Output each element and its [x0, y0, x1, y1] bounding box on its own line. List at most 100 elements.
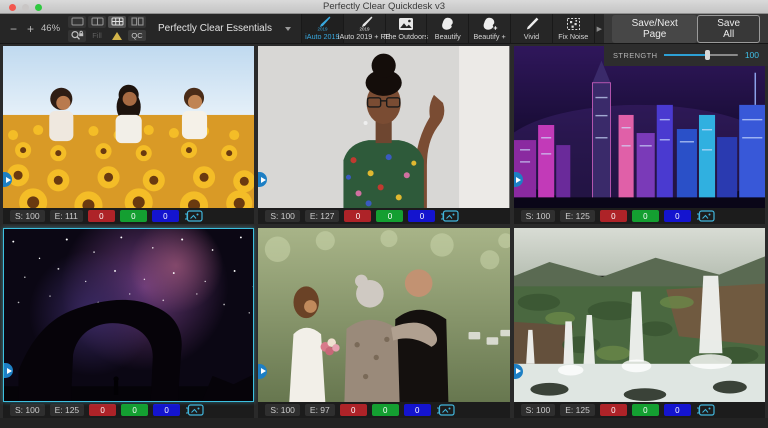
- red-count-badge: 0: [88, 210, 115, 222]
- photo-status-bar: S: 100 E: 97 0 0 0: [258, 402, 509, 418]
- preset-label: iAuto 2019: [305, 32, 339, 41]
- play-arrow-icon: [516, 368, 521, 374]
- split-view-icon[interactable]: [88, 16, 106, 28]
- play-arrow-icon: [261, 368, 266, 374]
- window-title: Perfectly Clear Quickdesk v3: [0, 0, 768, 14]
- image-proof-icon[interactable]: [440, 210, 459, 222]
- exposure-chip: E: 111: [50, 210, 83, 222]
- strength-chip: S: 100: [10, 210, 45, 222]
- red-count-badge: 0: [89, 404, 116, 416]
- image-proof-icon[interactable]: [436, 404, 455, 416]
- preset-label: The Outdoors: [384, 32, 428, 41]
- photo-thumbnail-skyline[interactable]: [514, 46, 765, 208]
- exposure-chip: E: 125: [560, 210, 595, 222]
- zoom-controls: − + 46%: [0, 14, 64, 43]
- bottom-strip: [0, 418, 768, 428]
- preset-group-label: Perfectly Clear Essentials: [158, 23, 272, 34]
- green-count-badge: 0: [632, 210, 659, 222]
- svg-text:2019: 2019: [317, 26, 328, 31]
- presets-overflow-arrow-icon[interactable]: ▶: [595, 14, 604, 43]
- save-next-page-button[interactable]: Save/Next Page: [612, 15, 697, 43]
- zoom-in-button[interactable]: +: [24, 22, 37, 36]
- noise-pixels-icon: [566, 16, 581, 31]
- close-button[interactable]: [9, 4, 16, 11]
- strength-chip: S: 100: [265, 210, 300, 222]
- red-count-badge: 0: [340, 404, 367, 416]
- exposure-chip: E: 127: [305, 210, 340, 222]
- photo-status-bar: S: 100 E: 111 0 0 0: [3, 208, 254, 224]
- spread-view-icon[interactable]: [128, 16, 146, 28]
- image-proof-icon[interactable]: [696, 404, 715, 416]
- preset-beautify-plus[interactable]: Beautify +: [468, 14, 510, 43]
- strength-chip: S: 100: [521, 210, 556, 222]
- green-count-badge: 0: [120, 210, 147, 222]
- strength-slider[interactable]: [664, 54, 737, 56]
- preset-vivid[interactable]: Vivid: [510, 14, 552, 43]
- strength-chip: S: 100: [265, 404, 300, 416]
- photo-cell-sunflowers: S: 100 E: 111 0 0 0: [3, 46, 254, 224]
- minimize-button[interactable]: [22, 4, 29, 11]
- zoom-out-button[interactable]: −: [7, 22, 20, 36]
- exposure-chip: E: 125: [50, 404, 85, 416]
- slider-fill: [664, 54, 704, 56]
- preset-beautify[interactable]: Beautify: [426, 14, 468, 43]
- zoom-button[interactable]: [35, 4, 42, 11]
- strength-value: 100: [745, 50, 759, 60]
- green-count-badge: 0: [376, 210, 403, 222]
- image-proof-icon[interactable]: [184, 210, 203, 222]
- preset-fix-noise[interactable]: Fix Noise: [552, 14, 595, 43]
- photo-grid: S: 100 E: 111 0 0 0: [3, 46, 765, 418]
- red-count-badge: 0: [600, 404, 627, 416]
- photo-thumbnail-wedding[interactable]: [258, 228, 509, 402]
- save-section: Save/Next Page Save All: [604, 14, 768, 43]
- preset-the-outdoors[interactable]: The Outdoors: [385, 14, 427, 43]
- blue-count-badge: 0: [664, 210, 691, 222]
- photo-cell-wedding: S: 100 E: 97 0 0 0: [258, 228, 509, 418]
- brush-icon: 2019: [314, 16, 331, 31]
- preset-label: Beautify +: [474, 32, 506, 41]
- photo-thumbnail-waterfalls[interactable]: [514, 228, 765, 402]
- preset-iauto-2019[interactable]: 2019 iAuto 2019: [301, 14, 343, 43]
- photo-cell-arch: S: 100 E: 125 0 0 0: [3, 228, 254, 418]
- green-count-badge: 0: [121, 404, 148, 416]
- strength-label: STRENGTH: [613, 51, 657, 60]
- photo-thumbnail-sunflowers[interactable]: [3, 46, 254, 208]
- slider-handle[interactable]: [705, 50, 710, 60]
- fill-label[interactable]: Fill: [88, 31, 106, 40]
- face-plus-icon: [482, 16, 498, 31]
- brush-icon: 2019: [356, 16, 373, 31]
- photo-status-bar: S: 100 E: 125 0 0 0: [3, 402, 254, 418]
- save-all-button[interactable]: Save All: [697, 15, 760, 43]
- blue-count-badge: 0: [152, 210, 179, 222]
- single-view-icon[interactable]: [68, 16, 86, 28]
- preset-label: Vivid: [524, 32, 539, 41]
- photo-status-bar: S: 100 E: 125 0 0 0: [514, 402, 765, 418]
- exposure-chip: E: 125: [560, 404, 595, 416]
- photo-thumbnail-arch[interactable]: [3, 228, 254, 402]
- chevron-down-icon: [285, 27, 291, 31]
- warning-triangle-icon[interactable]: [112, 32, 122, 40]
- face-icon: [440, 16, 455, 31]
- image-proof-icon[interactable]: [696, 210, 715, 222]
- preset-label: iAuto 2019 + RE: [338, 32, 391, 41]
- qc-button[interactable]: QC: [128, 30, 146, 41]
- photo-cell-portrait: S: 100 E: 127 0 0 0: [258, 46, 509, 224]
- blue-count-badge: 0: [664, 404, 691, 416]
- blue-count-badge: 0: [153, 404, 180, 416]
- image-proof-icon[interactable]: [185, 404, 204, 416]
- strength-chip: S: 100: [10, 404, 45, 416]
- svg-text:2019: 2019: [359, 26, 370, 31]
- photo-thumbnail-portrait[interactable]: [258, 46, 509, 208]
- blue-count-badge: 0: [408, 210, 435, 222]
- preset-group-dropdown[interactable]: Perfectly Clear Essentials: [150, 14, 301, 43]
- play-arrow-icon: [7, 368, 12, 374]
- grid-view-icon[interactable]: [108, 16, 126, 28]
- titlebar: Perfectly Clear Quickdesk v3: [0, 0, 768, 14]
- play-arrow-icon: [6, 177, 11, 183]
- preset-buttons: 2019 iAuto 2019 2019 iAuto 2019 + RE The…: [301, 14, 595, 43]
- magnifier-lock-icon[interactable]: [68, 30, 86, 42]
- zoom-level: 46%: [41, 23, 60, 34]
- preset-iauto-2019-re[interactable]: 2019 iAuto 2019 + RE: [343, 14, 385, 43]
- strength-chip: S: 100: [521, 404, 556, 416]
- landscape-photo-icon: [398, 16, 414, 31]
